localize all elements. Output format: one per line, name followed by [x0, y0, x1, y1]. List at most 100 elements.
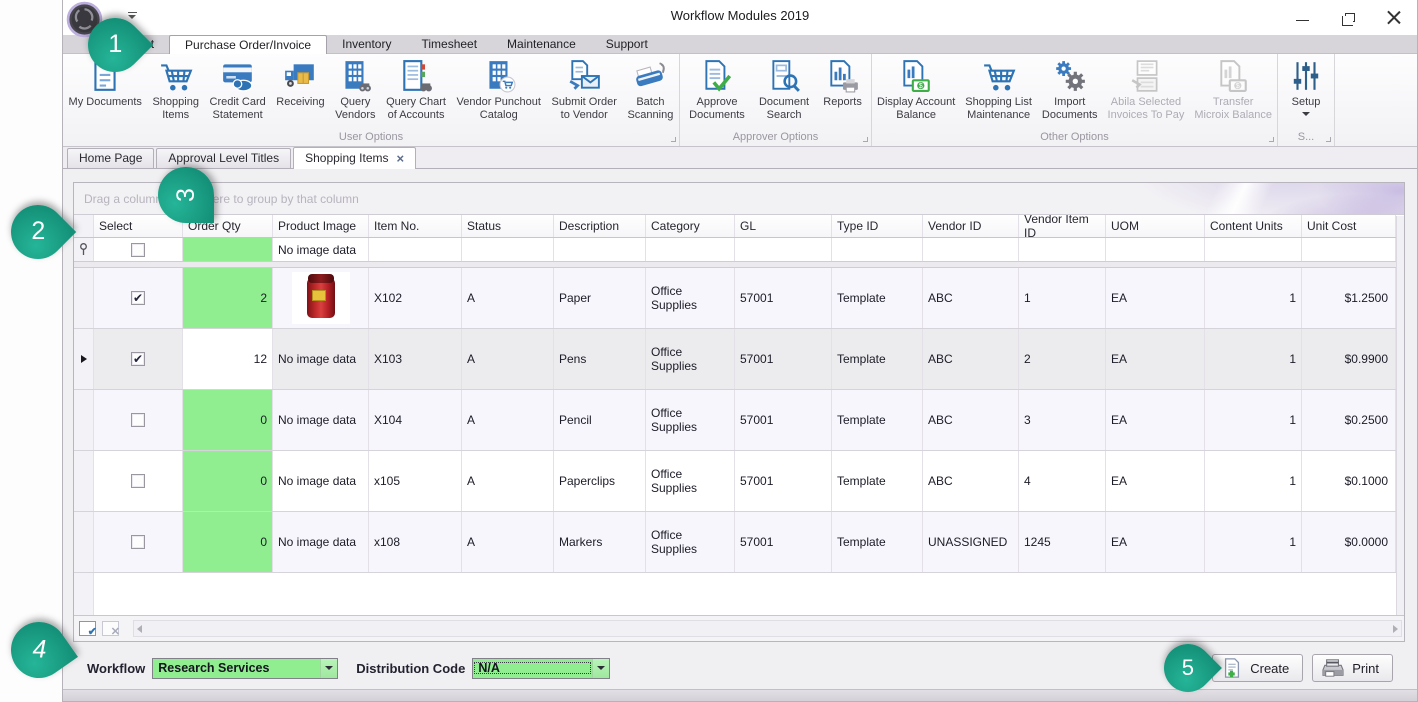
minimize-button[interactable]: [1285, 4, 1319, 28]
close-button[interactable]: [1377, 4, 1411, 28]
row-checkbox[interactable]: [131, 535, 145, 549]
cell-vendor-item-id[interactable]: 4: [1019, 451, 1106, 511]
filter-order-qty-cell[interactable]: [183, 238, 273, 261]
import-documents-button[interactable]: Import Documents: [1037, 57, 1103, 123]
grid-group-panel[interactable]: Drag a column header here to group by th…: [74, 183, 1404, 215]
cell-description[interactable]: Pens: [554, 329, 646, 389]
cell-unit-cost[interactable]: $0.9900: [1302, 329, 1396, 389]
distribution-code-dropdown[interactable]: N/A: [472, 658, 610, 679]
column-header-category[interactable]: Category: [646, 215, 735, 237]
cell-type-id[interactable]: Template: [832, 390, 923, 450]
cell-product-image[interactable]: No image data: [273, 390, 369, 450]
cell-description[interactable]: Paperclips: [554, 451, 646, 511]
cell-uom[interactable]: EA: [1106, 390, 1205, 450]
query-chart-of-accounts-button[interactable]: Query Chart of Accounts: [381, 57, 451, 123]
workflow-dropdown[interactable]: Research Services: [152, 658, 338, 679]
cell-vendor-id[interactable]: ABC: [923, 451, 1019, 511]
cell-unit-cost[interactable]: $0.0000: [1302, 512, 1396, 572]
column-header-status[interactable]: Status: [462, 215, 554, 237]
filter-cell[interactable]: [832, 238, 923, 261]
cell-order-qty[interactable]: 0: [183, 451, 273, 511]
column-header-description[interactable]: Description: [554, 215, 646, 237]
credit-card-statement-button[interactable]: Credit Card Statement: [205, 57, 271, 123]
cell-content-units[interactable]: 1: [1205, 451, 1302, 511]
cell-category[interactable]: Office Supplies: [646, 390, 735, 450]
cell-select[interactable]: [94, 329, 183, 389]
filter-cell[interactable]: [923, 238, 1019, 261]
filter-cell[interactable]: [1302, 238, 1396, 261]
cell-vendor-id[interactable]: ABC: [923, 390, 1019, 450]
cell-uom[interactable]: EA: [1106, 329, 1205, 389]
group-dialog-launcher-icon[interactable]: [1326, 137, 1331, 142]
cell-vendor-item-id[interactable]: 3: [1019, 390, 1106, 450]
reports-button[interactable]: Reports: [818, 57, 867, 109]
row-checkbox[interactable]: [131, 474, 145, 488]
cell-gl[interactable]: 57001: [735, 268, 832, 328]
table-row[interactable]: 0 No image data x105 A Paperclips Office…: [74, 451, 1404, 512]
column-header-type-id[interactable]: Type ID: [832, 215, 923, 237]
cell-description[interactable]: Pencil: [554, 390, 646, 450]
approve-documents-button[interactable]: Approve Documents: [684, 57, 750, 123]
cell-gl[interactable]: 57001: [735, 512, 832, 572]
column-header-vendor-id[interactable]: Vendor ID: [923, 215, 1019, 237]
cell-content-units[interactable]: 1: [1205, 268, 1302, 328]
cell-unit-cost[interactable]: $1.2500: [1302, 268, 1396, 328]
deselect-all-rows-button[interactable]: ✕: [102, 621, 119, 636]
cell-content-units[interactable]: 1: [1205, 329, 1302, 389]
column-header-gl[interactable]: GL: [735, 215, 832, 237]
transfer-microix-balance-button[interactable]: $ Transfer Microix Balance: [1189, 57, 1277, 123]
group-dialog-launcher-icon[interactable]: [1269, 137, 1274, 142]
cell-uom[interactable]: EA: [1106, 268, 1205, 328]
cell-item-no[interactable]: X103: [369, 329, 462, 389]
filter-product-image-cell[interactable]: No image data: [273, 238, 369, 261]
doc-tab-shopping-items[interactable]: Shopping Items ×: [293, 147, 416, 169]
cell-item-no[interactable]: X102: [369, 268, 462, 328]
group-dialog-launcher-icon[interactable]: [863, 137, 868, 142]
filter-cell[interactable]: [1205, 238, 1302, 261]
cell-status[interactable]: A: [462, 451, 554, 511]
tab-purchase-order-invoice[interactable]: Purchase Order/Invoice: [169, 35, 327, 54]
cell-content-units[interactable]: 1: [1205, 390, 1302, 450]
tab-close-icon[interactable]: ×: [397, 152, 405, 165]
cell-category[interactable]: Office Supplies: [646, 451, 735, 511]
cell-status[interactable]: A: [462, 390, 554, 450]
filter-cell[interactable]: [554, 238, 646, 261]
scroll-left-icon[interactable]: [137, 625, 142, 633]
cell-vendor-item-id[interactable]: 2: [1019, 329, 1106, 389]
vendor-punchout-catalog-button[interactable]: Vendor Punchout Catalog: [452, 57, 546, 123]
batch-scanning-button[interactable]: Batch Scanning: [622, 57, 678, 123]
row-checkbox[interactable]: [131, 352, 145, 366]
column-header-unit-cost[interactable]: Unit Cost: [1302, 215, 1396, 237]
cell-item-no[interactable]: x105: [369, 451, 462, 511]
cell-gl[interactable]: 57001: [735, 451, 832, 511]
query-vendors-button[interactable]: Query Vendors: [330, 57, 380, 123]
cell-gl[interactable]: 57001: [735, 329, 832, 389]
row-checkbox[interactable]: [131, 413, 145, 427]
table-row[interactable]: 0 No image data x108 A Markers Office Su…: [74, 512, 1404, 573]
cell-content-units[interactable]: 1: [1205, 512, 1302, 572]
cell-vendor-item-id[interactable]: 1245: [1019, 512, 1106, 572]
cell-category[interactable]: Office Supplies: [646, 512, 735, 572]
column-header-uom[interactable]: UOM: [1106, 215, 1205, 237]
cell-select[interactable]: [94, 512, 183, 572]
cell-status[interactable]: A: [462, 329, 554, 389]
dropdown-button[interactable]: [592, 659, 609, 678]
cell-status[interactable]: A: [462, 512, 554, 572]
cell-order-qty[interactable]: 12: [183, 329, 273, 389]
cell-description[interactable]: Markers: [554, 512, 646, 572]
cell-select[interactable]: [94, 451, 183, 511]
filter-cell[interactable]: [1019, 238, 1106, 261]
cell-status[interactable]: A: [462, 268, 554, 328]
create-button[interactable]: Create: [1212, 654, 1303, 682]
cell-vendor-id[interactable]: ABC: [923, 329, 1019, 389]
tab-support[interactable]: Support: [591, 35, 663, 53]
filter-cell[interactable]: [735, 238, 832, 261]
cell-product-image[interactable]: No image data: [273, 512, 369, 572]
cell-type-id[interactable]: Template: [832, 512, 923, 572]
cell-gl[interactable]: 57001: [735, 390, 832, 450]
column-header-vendor-item-id[interactable]: Vendor Item ID: [1019, 215, 1106, 237]
cell-type-id[interactable]: Template: [832, 268, 923, 328]
select-all-rows-button[interactable]: ✔: [79, 621, 96, 636]
group-dialog-launcher-icon[interactable]: [671, 137, 676, 142]
cell-order-qty[interactable]: 0: [183, 512, 273, 572]
